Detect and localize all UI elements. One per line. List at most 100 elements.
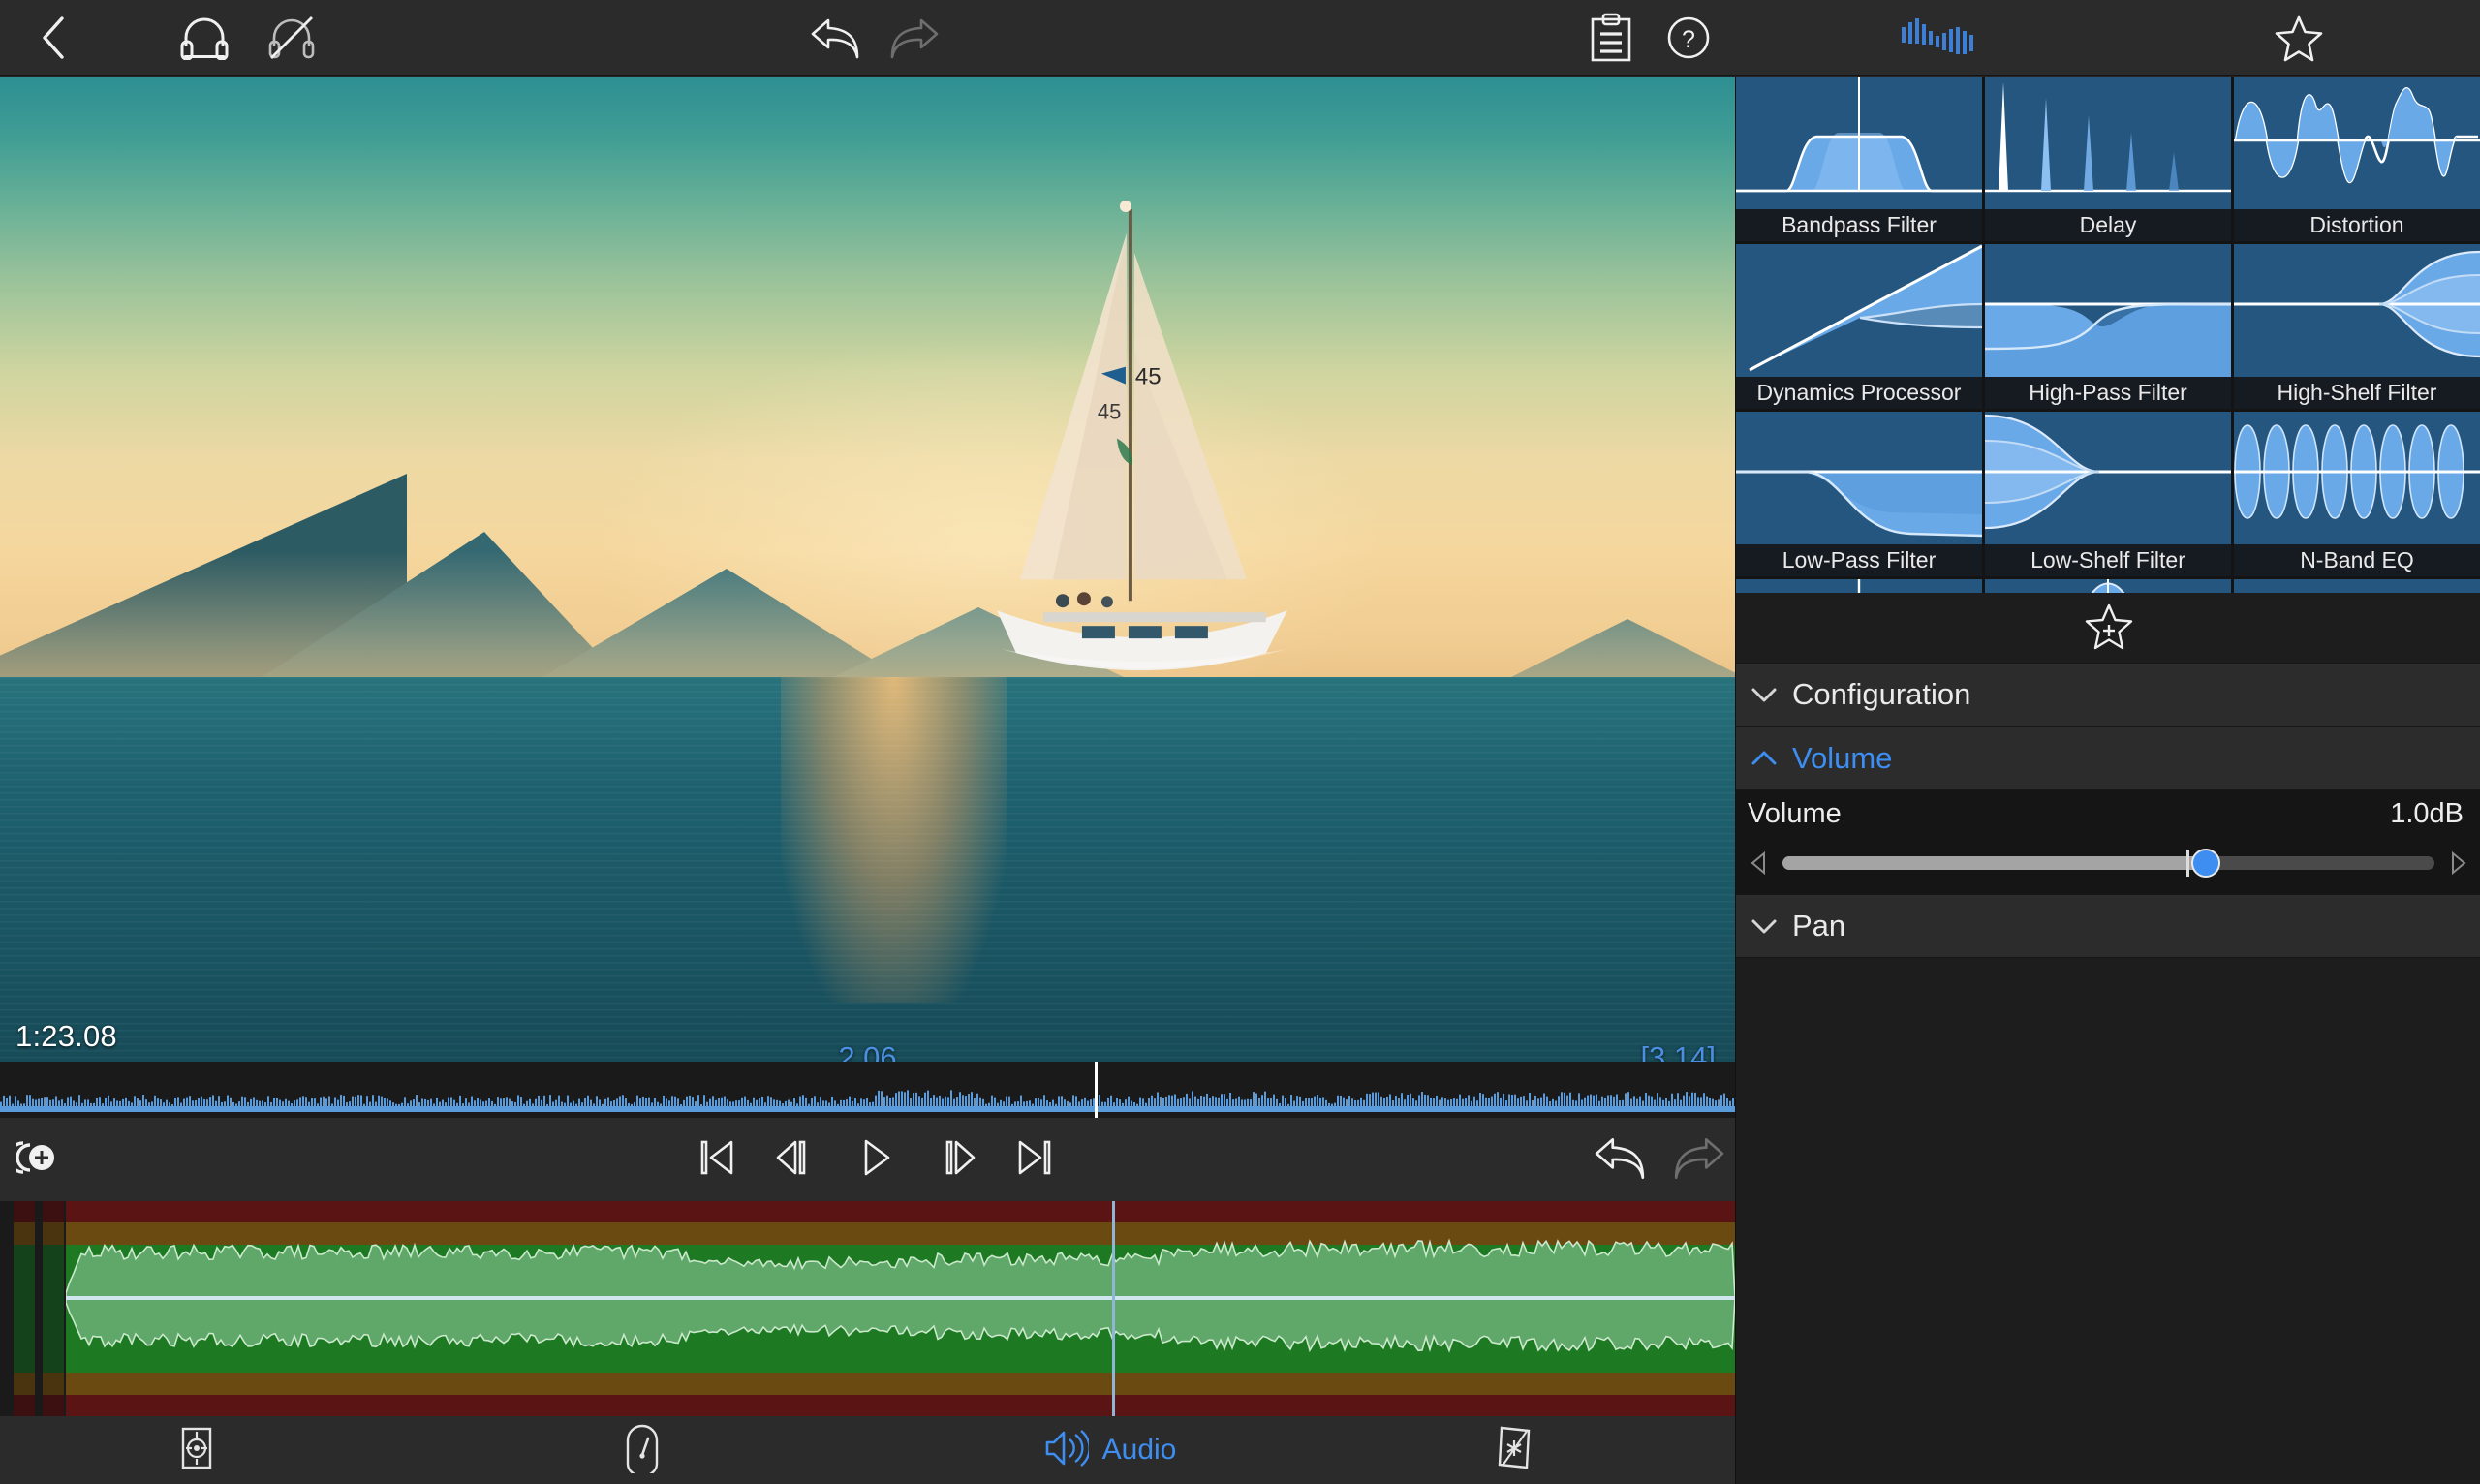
redo-arrow-icon xyxy=(1670,1133,1726,1187)
effect-tile-high-shelf-filter[interactable]: High-Shelf Filter xyxy=(2234,244,2480,409)
chevron-down-icon xyxy=(1736,685,1792,704)
headphones-button[interactable] xyxy=(167,0,242,76)
volume-increase-button[interactable] xyxy=(2446,850,2471,876)
effects-row-partial xyxy=(1736,579,2480,593)
headphones-active-indicator xyxy=(184,55,225,58)
effect-tile-delay[interactable]: Delay xyxy=(1985,77,2231,241)
scrubber-waveform xyxy=(0,1062,1735,1118)
add-media-button[interactable] xyxy=(0,1118,78,1201)
lowpass-curve-icon xyxy=(1736,412,1982,544)
clip-volume-line[interactable] xyxy=(66,1296,1735,1300)
volume-slider-fill xyxy=(1782,856,2206,870)
dynamics-curve-icon xyxy=(1736,244,1982,377)
notch-curve-icon xyxy=(1736,579,1982,593)
track-strip xyxy=(14,1201,35,1416)
headphones-icon xyxy=(179,15,230,60)
favorite-button[interactable] xyxy=(2257,0,2340,76)
nbandeq-bands-icon xyxy=(2234,412,2480,544)
peak-curve-icon xyxy=(1985,579,2231,593)
transport-undo-button[interactable] xyxy=(1579,1118,1662,1201)
add-media-icon xyxy=(16,1137,61,1183)
headphones-mute-button[interactable] xyxy=(254,0,329,76)
effect-tile-n-band-eq[interactable]: N-Band EQ xyxy=(2234,412,2480,576)
video-preview[interactable]: 45 45 1:23.08 2.06 [3.14] xyxy=(0,77,1735,1062)
svg-text:45: 45 xyxy=(1098,400,1121,424)
section-title: Volume xyxy=(1792,741,1892,776)
volume-param-label: Volume xyxy=(1748,798,1842,830)
track-playhead[interactable] xyxy=(1112,1201,1115,1416)
transport-bar xyxy=(0,1118,1735,1201)
redo-arrow-icon xyxy=(886,15,941,61)
highshelf-curve-icon xyxy=(2234,244,2480,377)
multipeak-curve-icon xyxy=(2234,579,2480,593)
section-volume[interactable]: Volume xyxy=(1736,727,2480,790)
help-button[interactable]: ? xyxy=(1647,0,1730,76)
effect-label: High-Pass Filter xyxy=(1985,377,2231,409)
effect-label: Delay xyxy=(1985,209,2231,241)
effect-tile-partial[interactable] xyxy=(1985,579,2231,593)
step-backward-button[interactable] xyxy=(756,1118,833,1201)
volume-decrease-button[interactable] xyxy=(1746,850,1771,876)
tab-audio[interactable]: Audio xyxy=(998,1416,1221,1484)
effect-label: Bandpass Filter xyxy=(1736,209,1982,241)
play-button[interactable] xyxy=(835,1118,916,1201)
audio-meter[interactable] xyxy=(1879,0,2005,76)
svg-text:?: ? xyxy=(1682,26,1695,53)
volume-parameter-row: Volume 1.0dB xyxy=(1736,790,2480,894)
add-to-favorites-button[interactable] xyxy=(1736,593,2480,663)
triangle-right-icon xyxy=(2449,850,2468,876)
effect-tile-partial[interactable] xyxy=(2234,579,2480,593)
tab-crop[interactable] xyxy=(136,1416,271,1484)
effects-grid[interactable]: Bandpass Filter Delay xyxy=(1736,77,2480,593)
tab-filters[interactable] xyxy=(1453,1416,1589,1484)
back-button[interactable] xyxy=(17,0,89,76)
effect-tile-dynamics-processor[interactable]: Dynamics Processor xyxy=(1736,244,1982,409)
section-configuration[interactable]: Configuration xyxy=(1736,663,2480,727)
step-forward-button[interactable] xyxy=(918,1118,996,1201)
volume-param-value: 1.0dB xyxy=(2390,798,2464,830)
redo-button[interactable] xyxy=(872,0,955,76)
effect-tile-high-pass-filter[interactable]: High-Pass Filter xyxy=(1985,244,2231,409)
audio-clip[interactable] xyxy=(66,1201,1735,1416)
star-plus-icon xyxy=(2084,602,2134,655)
speed-gauge-icon xyxy=(620,1423,665,1478)
transport-redo-button[interactable] xyxy=(1657,1118,1740,1201)
effect-tile-low-pass-filter[interactable]: Low-Pass Filter xyxy=(1736,412,1982,576)
undo-button[interactable] xyxy=(794,0,878,76)
audio-level-meter-icon xyxy=(1900,15,1985,60)
tab-label: Audio xyxy=(1102,1434,1177,1467)
effect-tile-partial[interactable] xyxy=(1736,579,1982,593)
audio-timeline-track[interactable] xyxy=(0,1201,1735,1416)
volume-default-tick xyxy=(2186,850,2189,877)
help-question-icon: ? xyxy=(1664,14,1713,62)
volume-param-header: Volume 1.0dB xyxy=(1748,798,2464,830)
star-outline-icon xyxy=(2274,14,2324,62)
effects-row: Dynamics Processor High-Pass Filter xyxy=(1736,244,2480,409)
video-editor-app: ? xyxy=(0,0,2480,1484)
effect-label: High-Shelf Filter xyxy=(2234,377,2480,409)
effect-tile-bandpass-filter[interactable]: Bandpass Filter xyxy=(1736,77,1982,241)
effect-tile-distortion[interactable]: Distortion xyxy=(2234,77,2480,241)
effect-tile-low-shelf-filter[interactable]: Low-Shelf Filter xyxy=(1985,412,2231,576)
svg-text:45: 45 xyxy=(1135,364,1162,390)
skip-to-start-button[interactable] xyxy=(678,1118,756,1201)
audio-inspector-panel: Bandpass Filter Delay xyxy=(1735,77,2480,1484)
scrubber-playhead[interactable] xyxy=(1095,1062,1098,1118)
distortion-wave-icon xyxy=(2234,77,2480,209)
tab-speed[interactable] xyxy=(581,1416,717,1484)
skip-to-end-button[interactable] xyxy=(996,1118,1073,1201)
volume-slider-knob[interactable] xyxy=(2191,849,2220,878)
effect-label: Distortion xyxy=(2234,209,2480,241)
lowshelf-curve-icon xyxy=(1985,412,2231,544)
volume-slider-track[interactable] xyxy=(1782,856,2434,870)
section-title: Pan xyxy=(1792,909,1845,943)
effect-label: N-Band EQ xyxy=(2234,544,2480,576)
clip-waveform xyxy=(66,1201,1735,1416)
triangle-left-icon xyxy=(1749,850,1768,876)
section-pan[interactable]: Pan xyxy=(1736,894,2480,958)
timeline-scrubber[interactable] xyxy=(0,1062,1735,1118)
top-toolbar: ? xyxy=(0,0,2480,76)
document-button[interactable] xyxy=(1569,0,1653,76)
preview-haze xyxy=(0,551,1735,677)
highpass-curve-icon xyxy=(1985,244,2231,377)
